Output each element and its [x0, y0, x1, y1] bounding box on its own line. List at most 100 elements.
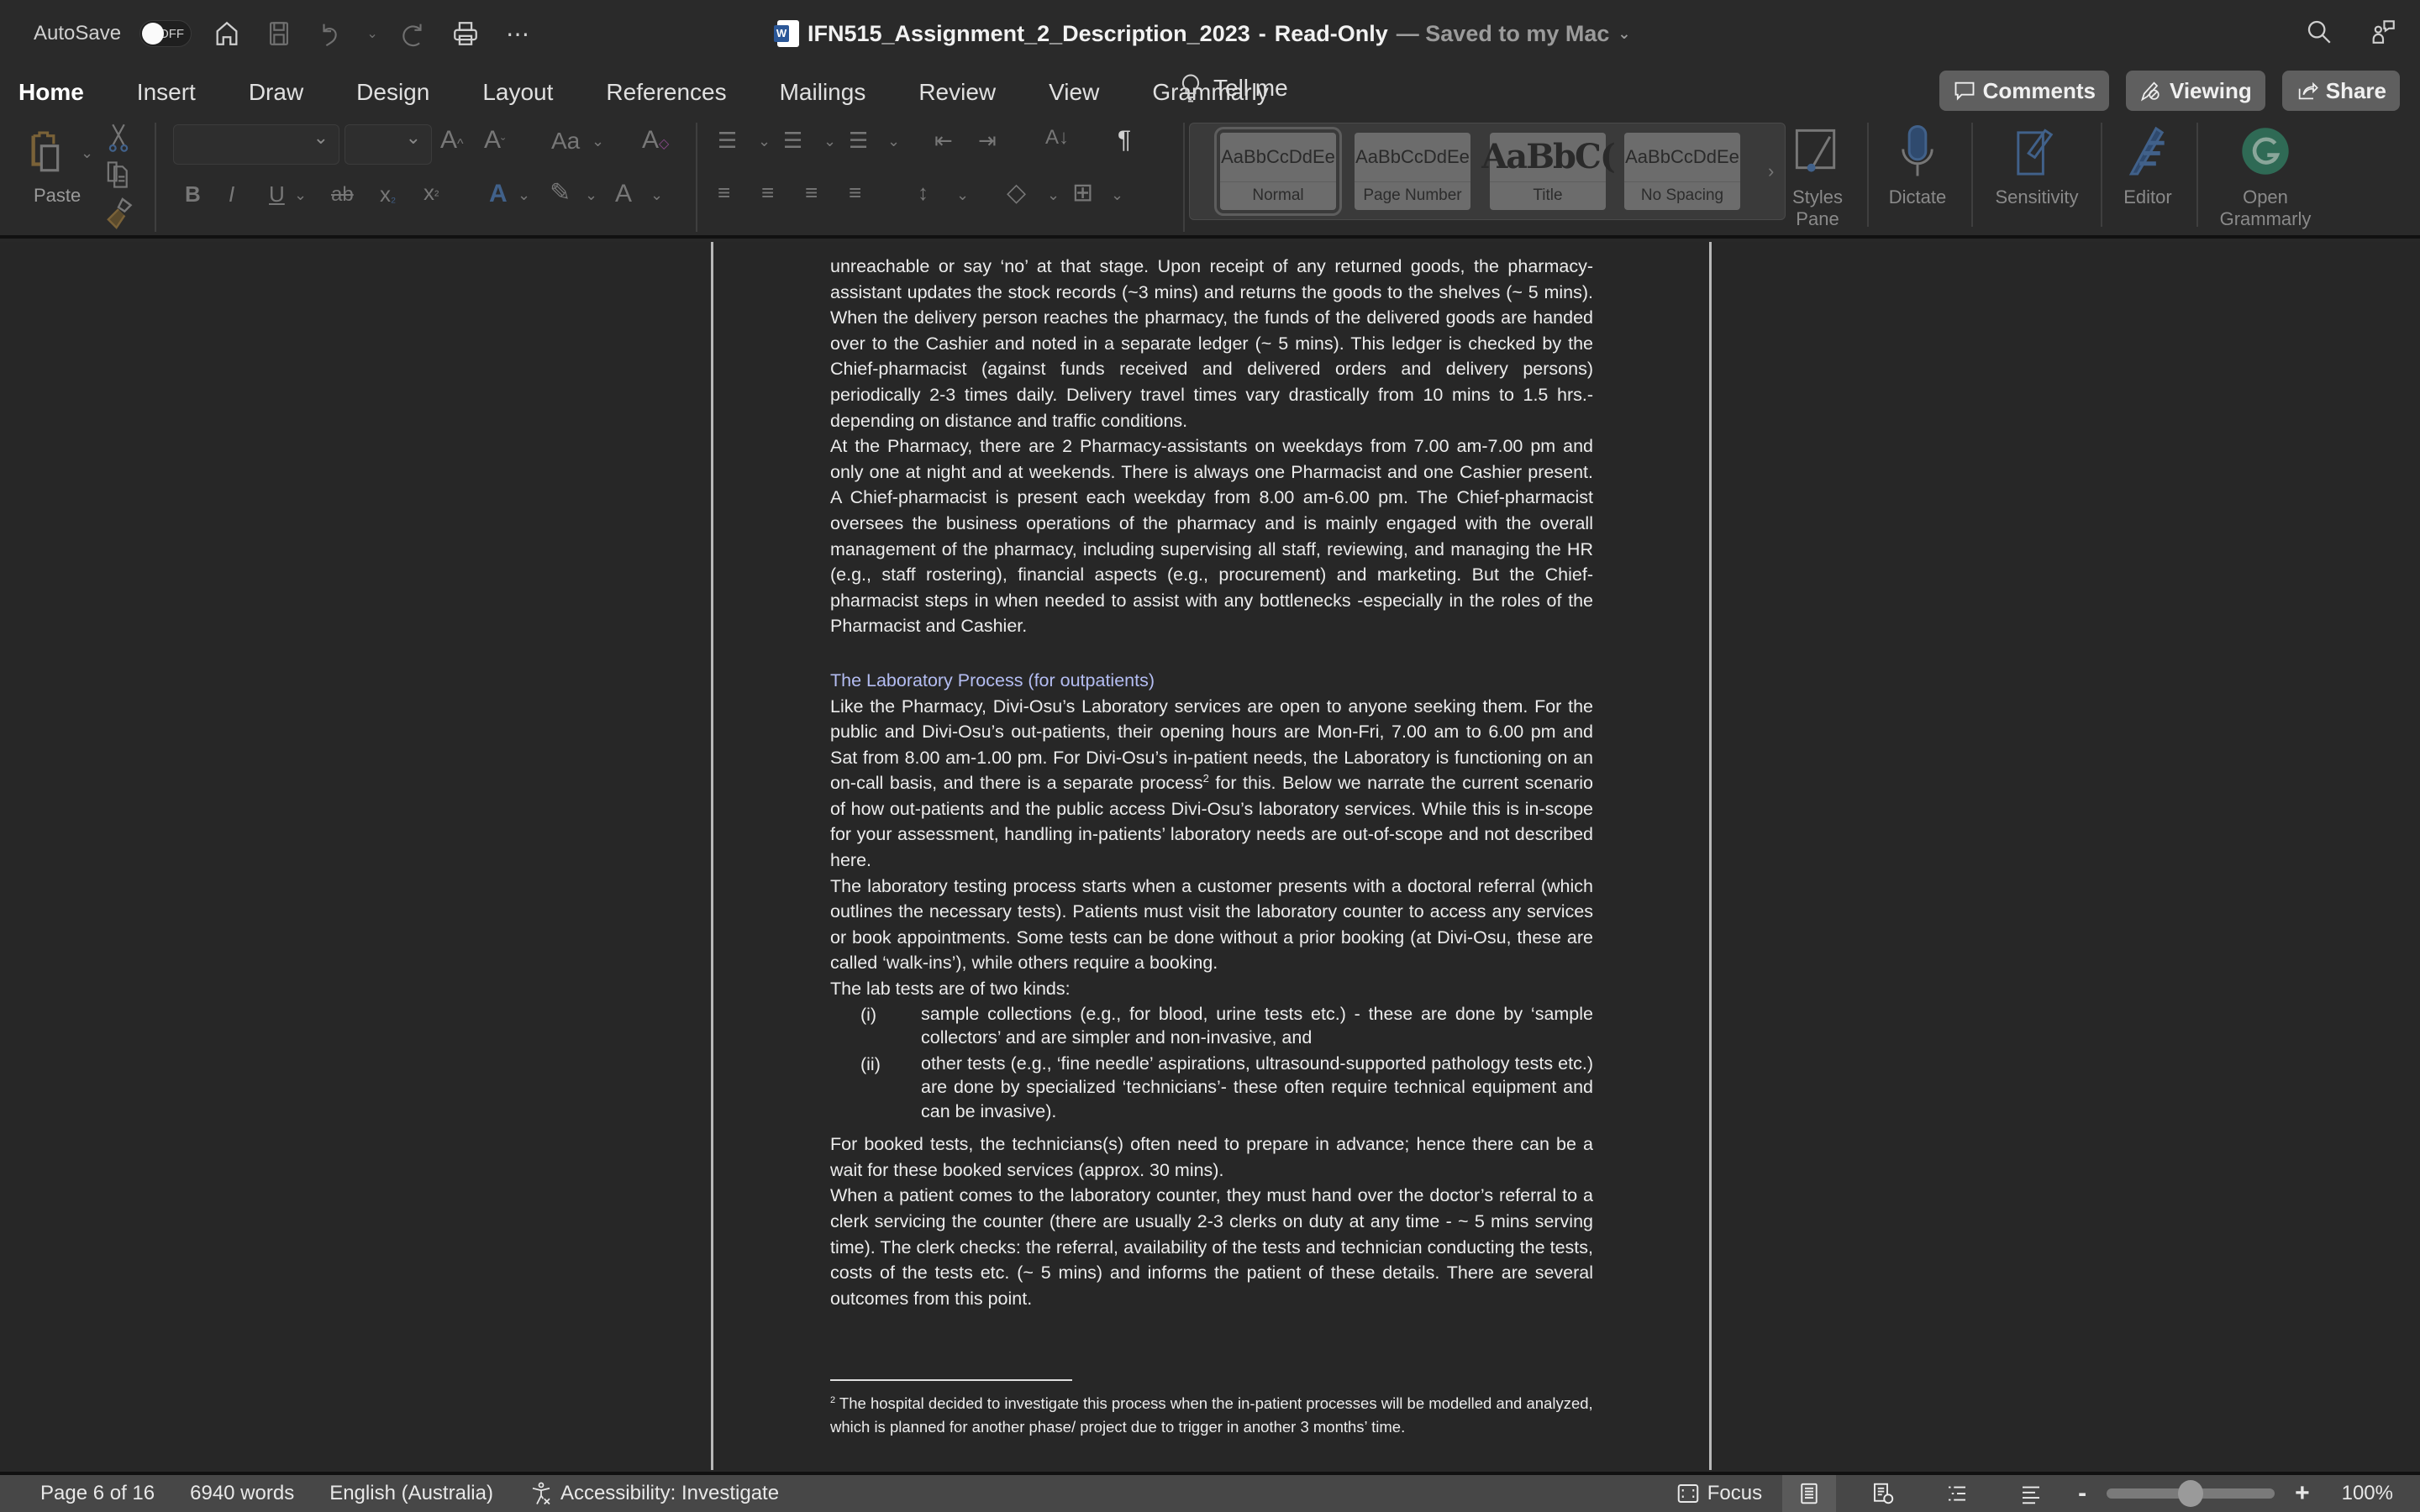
- focus-mode-button[interactable]: Focus: [1676, 1481, 1762, 1506]
- dictate-button[interactable]: Dictate: [1881, 124, 1954, 208]
- align-center-icon[interactable]: ≡: [761, 180, 774, 206]
- zoom-out-button[interactable]: -: [2078, 1479, 2086, 1508]
- footnote-reference[interactable]: 2: [1203, 772, 1209, 785]
- zoom-in-button[interactable]: +: [2295, 1479, 2310, 1508]
- bullets-icon[interactable]: ☰: [718, 128, 737, 154]
- tab-layout[interactable]: Layout: [482, 74, 570, 111]
- tab-review[interactable]: Review: [918, 74, 1013, 111]
- style-title[interactable]: AaBbC( Title: [1481, 133, 1616, 210]
- tab-draw[interactable]: Draw: [249, 74, 320, 111]
- home-icon[interactable]: [210, 17, 244, 50]
- shading-icon[interactable]: ◇: [1007, 178, 1026, 207]
- document-canvas[interactable]: unreachable or say ‘no’ at that stage. U…: [0, 242, 2420, 1470]
- style-no-spacing[interactable]: AaBbCcDdEe No Spacing: [1624, 133, 1740, 210]
- tab-insert[interactable]: Insert: [137, 74, 213, 111]
- undo-dropdown-icon[interactable]: ⌄: [366, 17, 378, 50]
- tab-home[interactable]: Home: [18, 74, 101, 119]
- text-effects-icon[interactable]: A: [489, 180, 508, 208]
- chevron-down-icon[interactable]: ⌄: [1618, 25, 1630, 43]
- highlight-color-icon[interactable]: ✎: [550, 178, 571, 207]
- tell-me-search[interactable]: Tell me: [1180, 74, 1288, 102]
- word-count[interactable]: 6940 words: [190, 1482, 294, 1505]
- borders-dropdown-icon[interactable]: ⌄: [1111, 186, 1123, 204]
- change-case-dropdown-icon[interactable]: ⌄: [592, 133, 604, 150]
- tab-design[interactable]: Design: [356, 74, 446, 111]
- language[interactable]: English (Australia): [329, 1482, 493, 1505]
- line-spacing-icon[interactable]: ↕: [918, 180, 929, 206]
- web-layout-view-button[interactable]: [1856, 1475, 1910, 1512]
- sort-icon[interactable]: A↓: [1045, 126, 1069, 150]
- zoom-level[interactable]: 100%: [2342, 1482, 2393, 1505]
- multilevel-list-icon[interactable]: ☰: [849, 128, 868, 154]
- font-color-dropdown-icon[interactable]: ⌄: [650, 186, 663, 204]
- increase-font-size-icon[interactable]: A^: [440, 126, 464, 155]
- undo-icon[interactable]: [314, 17, 348, 50]
- numbering-dropdown-icon[interactable]: ⌄: [823, 133, 836, 150]
- superscript-icon[interactable]: x²: [424, 180, 439, 206]
- show-formatting-marks-icon[interactable]: ¶: [1118, 126, 1131, 155]
- sensitivity-button[interactable]: Sensitivity: [1986, 124, 2087, 208]
- font-size-dropdown[interactable]: [345, 124, 432, 165]
- search-icon[interactable]: [2302, 15, 2336, 49]
- format-painter-icon[interactable]: [104, 197, 133, 230]
- italic-icon[interactable]: I: [229, 181, 234, 207]
- chevron-right-icon[interactable]: ›: [1768, 160, 1774, 182]
- paste-dropdown-icon[interactable]: ⌄: [81, 144, 93, 162]
- draft-view-button[interactable]: [2004, 1475, 2058, 1512]
- shading-dropdown-icon[interactable]: ⌄: [1047, 186, 1060, 204]
- highlight-dropdown-icon[interactable]: ⌄: [585, 186, 597, 204]
- underline-icon[interactable]: U: [269, 181, 285, 207]
- tab-references[interactable]: References: [606, 74, 743, 111]
- borders-icon[interactable]: ⊞: [1072, 178, 1093, 207]
- document-title[interactable]: IFN515_Assignment_2_Description_2023 - R…: [774, 17, 1630, 50]
- underline-dropdown-icon[interactable]: ⌄: [294, 186, 307, 204]
- line-spacing-dropdown-icon[interactable]: ⌄: [956, 186, 969, 204]
- clear-formatting-icon[interactable]: A◇: [642, 126, 669, 155]
- style-normal[interactable]: AaBbCcDdEe Normal: [1214, 127, 1342, 216]
- bullets-dropdown-icon[interactable]: ⌄: [758, 133, 771, 150]
- editor-button[interactable]: Editor: [2114, 124, 2181, 208]
- strikethrough-icon[interactable]: ab: [331, 183, 354, 207]
- save-icon[interactable]: [262, 17, 296, 50]
- accessibility-checker[interactable]: Accessibility: Investigate: [529, 1481, 779, 1506]
- page-count[interactable]: Page 6 of 16: [40, 1482, 155, 1505]
- decrease-indent-icon[interactable]: ⇤: [934, 128, 953, 154]
- align-left-icon[interactable]: ≡: [718, 180, 730, 206]
- print-icon[interactable]: [449, 17, 482, 50]
- zoom-slider[interactable]: [2107, 1480, 2275, 1507]
- justify-icon[interactable]: ≡: [849, 180, 861, 206]
- font-color-icon[interactable]: A: [615, 180, 632, 208]
- open-grammarly-button[interactable]: Open Grammarly: [2215, 124, 2316, 230]
- cut-icon[interactable]: [106, 123, 131, 153]
- viewing-mode-button[interactable]: Viewing: [2125, 71, 2265, 111]
- outline-view-button[interactable]: [1930, 1475, 1984, 1512]
- sensitivity-icon: [2017, 129, 2054, 176]
- paste-icon[interactable]: [25, 128, 74, 176]
- tab-mailings[interactable]: Mailings: [780, 74, 883, 111]
- comments-button[interactable]: Comments: [1939, 71, 2109, 111]
- more-icon[interactable]: ⋯: [501, 17, 534, 50]
- decrease-font-size-icon[interactable]: Aˇ: [484, 126, 505, 155]
- share-button[interactable]: Share: [2281, 71, 2400, 111]
- zoom-slider-thumb[interactable]: [2178, 1480, 2204, 1507]
- numbering-icon[interactable]: ☰: [783, 128, 802, 154]
- share-people-icon[interactable]: [2366, 15, 2400, 49]
- document-page-body[interactable]: unreachable or say ‘no’ at that stage. U…: [830, 254, 1593, 1311]
- bold-icon[interactable]: B: [185, 181, 201, 207]
- tab-view[interactable]: View: [1049, 74, 1116, 111]
- print-layout-view-button[interactable]: [1782, 1475, 1837, 1512]
- autosave-toggle[interactable]: OFF: [139, 20, 192, 47]
- align-right-icon[interactable]: ≡: [805, 180, 818, 206]
- copy-icon[interactable]: [104, 160, 133, 190]
- change-case-icon[interactable]: Aa: [551, 128, 580, 155]
- style-page-number[interactable]: AaBbCcDdEe Page Number: [1355, 133, 1470, 210]
- status-bar: Page 6 of 16 6940 words English (Austral…: [0, 1472, 2420, 1512]
- paste-label: Paste: [34, 185, 82, 206]
- multilevel-dropdown-icon[interactable]: ⌄: [887, 133, 900, 150]
- styles-pane-button[interactable]: Styles Pane: [1786, 124, 1849, 230]
- increase-indent-icon[interactable]: ⇥: [978, 128, 997, 154]
- font-name-dropdown[interactable]: [173, 124, 339, 165]
- text-effects-dropdown-icon[interactable]: ⌄: [518, 186, 530, 204]
- redo-icon[interactable]: [397, 17, 430, 50]
- subscript-icon[interactable]: x₂: [380, 181, 396, 207]
